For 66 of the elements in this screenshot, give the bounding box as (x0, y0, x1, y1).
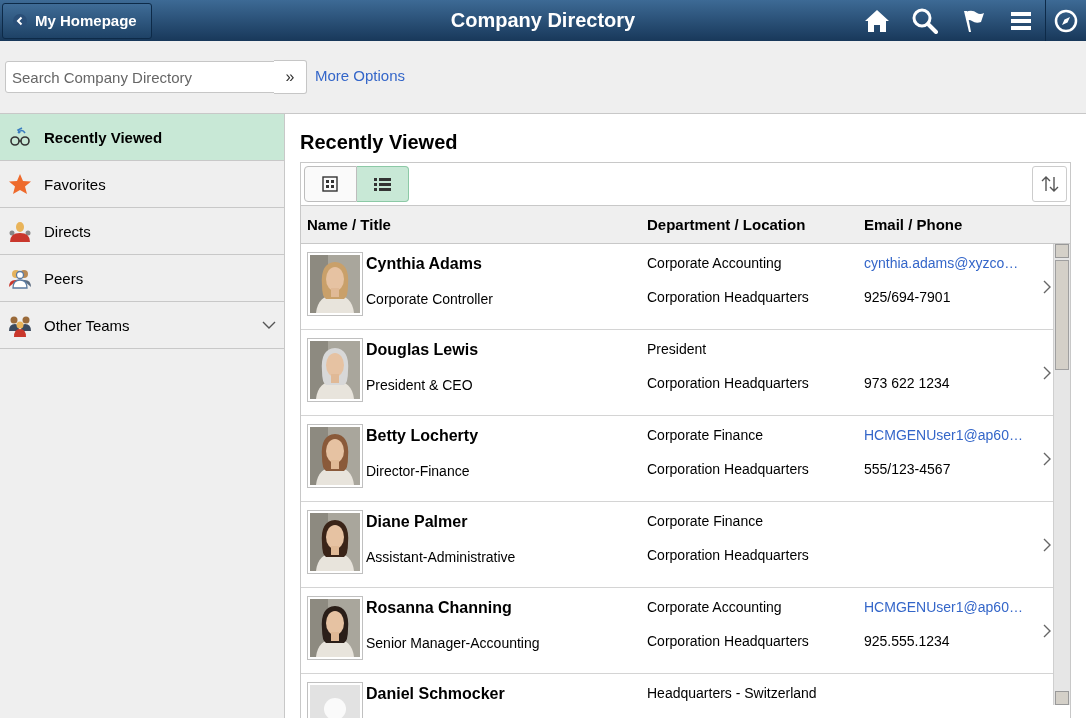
search-field[interactable]: Search Company Directory (5, 61, 275, 93)
location: Corporation Headquarters (647, 461, 810, 479)
chevron-down-icon[interactable] (262, 320, 276, 330)
chevron-right-icon[interactable] (1043, 365, 1052, 380)
sidebar-item[interactable]: Other Teams (0, 302, 284, 349)
chevron-left-icon (13, 13, 27, 28)
department: President (647, 341, 708, 359)
sidebar-item[interactable]: Peers (0, 255, 284, 302)
sidebar-item[interactable]: Directs (0, 208, 284, 255)
location: Corporation Headquarters (647, 289, 810, 307)
search-button[interactable]: » (274, 60, 307, 94)
chevron-right-icon[interactable] (1043, 451, 1052, 466)
person-name: Daniel Schmocker (366, 685, 506, 704)
person-name: Diane Palmer (366, 513, 469, 532)
up-down-arrows-icon (1040, 175, 1059, 193)
person-name: Cynthia Adams (366, 255, 483, 274)
phone-number: 555/123-4567 (864, 461, 952, 479)
location: Corporation Headquarters (647, 375, 810, 393)
table-row[interactable]: Betty Locherty Director-Finance Corporate Finance Corporation Headquarters HCMGENUser1@ap60… 555/123-4567 (301, 416, 1054, 502)
column-header: Email / Phone (864, 216, 964, 233)
column-header: Department / Location (647, 216, 807, 233)
location: Corporation Headquarters (647, 633, 810, 651)
more-options-link[interactable]: More Options (315, 66, 406, 84)
list-view-button[interactable] (357, 166, 409, 202)
job-title: President & CEO (366, 377, 474, 395)
department: Headquarters - Switzerland (647, 685, 818, 703)
department: Corporate Finance (647, 513, 764, 531)
email-link[interactable]: cynthia.adams@xyzco… (864, 255, 1039, 274)
page-title: Company Directory (449, 9, 637, 32)
sort-button[interactable] (1032, 166, 1067, 202)
chevron-right-icon[interactable] (1043, 537, 1052, 552)
email-link[interactable]: HCMGENUser1@ap60… (864, 427, 1039, 446)
phone-number: 925/694-7901 (864, 289, 952, 307)
sidebar-item[interactable]: Favorites (0, 161, 284, 208)
glasses-icon (8, 125, 32, 149)
table-row[interactable]: Douglas Lewis President & CEO President Corporation Headquarters 973 622 1234 (301, 330, 1054, 416)
department: Corporate Accounting (647, 255, 783, 273)
email-link[interactable]: HCMGENUser1@ap60… (864, 599, 1039, 618)
person-name: Douglas Lewis (366, 341, 480, 360)
job-title: Corporate Controller (366, 291, 494, 309)
table-row[interactable]: Daniel Schmocker Headquarters - Switzerland (301, 674, 1054, 718)
person-name: Rosanna Channing (366, 599, 513, 618)
scrollbar[interactable] (1053, 244, 1070, 705)
department: Corporate Finance (647, 427, 764, 445)
job-title: Assistant-Administrative (366, 549, 517, 567)
grid-view-button[interactable] (304, 166, 357, 202)
job-title: Director-Finance (366, 463, 471, 481)
location: Corporation Headquarters (647, 547, 810, 565)
phone-number: 973 622 1234 (864, 375, 951, 393)
table-row[interactable]: Diane Palmer Assistant-Administrative Corporate Finance Corporation Headquarters (301, 502, 1054, 588)
phone-number: 925.555.1234 (864, 633, 951, 651)
chevron-right-icon[interactable] (1043, 623, 1052, 638)
job-title: Senior Manager-Accounting (366, 635, 541, 653)
section-title: Recently Viewed (300, 131, 459, 154)
back-button[interactable]: My Homepage (2, 2, 152, 39)
grid-icon (322, 176, 339, 192)
chevron-right-icon[interactable] (1043, 279, 1052, 294)
department: Corporate Accounting (647, 599, 783, 617)
list-icon (374, 176, 391, 192)
person-name: Betty Locherty (366, 427, 480, 446)
person-icon (8, 219, 32, 243)
table-row[interactable]: Rosanna Channing Senior Manager-Accounting Corporate Accounting Corporation Headquarters HCMGENUser1@ap60… 925.555.1234 (301, 588, 1054, 674)
table-row[interactable]: Cynthia Adams Corporate Controller Corporate Accounting Corporation Headquarters cynthia.adams@xyzco… 925/694-7901 (301, 244, 1054, 330)
sidebar-item[interactable]: Recently Viewed (0, 114, 284, 161)
star-icon (8, 172, 32, 196)
column-header: Name / Title (307, 216, 392, 233)
